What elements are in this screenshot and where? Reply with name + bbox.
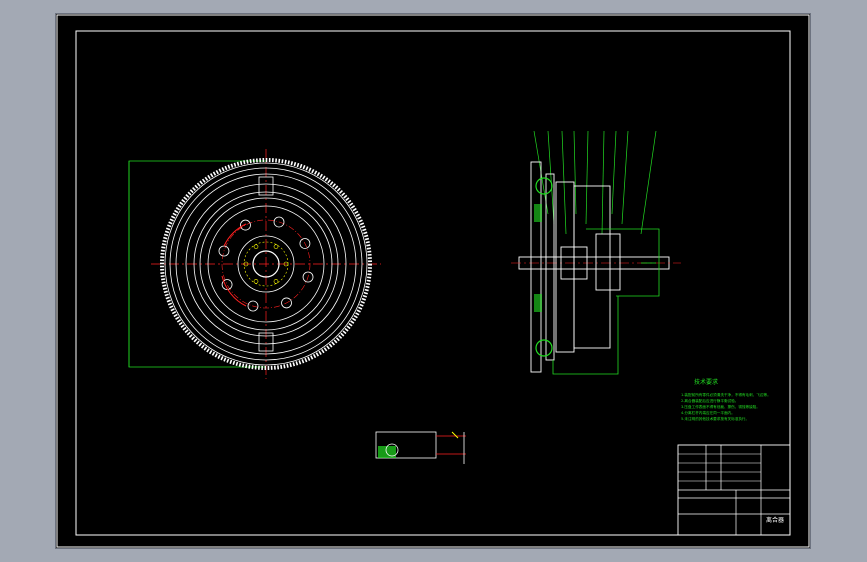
drawing-name: 离合器 xyxy=(766,516,784,524)
tech-requirement-line: 1.装配前所有零件必须清洗干净，不得有毛刺、飞边等。 xyxy=(681,392,771,397)
section-arc-red xyxy=(223,223,247,247)
tech-requirement-line: 3.压盘工作表面不得有划痕、擦伤、锈蚀等缺陷。 xyxy=(681,404,760,409)
tech-requirement-line: 2.离合器装配后应进行静平衡试验。 xyxy=(681,398,738,403)
part-leader-line xyxy=(561,130,567,235)
side-view-dimension-leader-2 xyxy=(552,296,619,375)
title-block-row-group xyxy=(678,453,761,482)
flywheel-plate xyxy=(530,161,542,373)
release-bearing xyxy=(595,233,621,291)
small-rivet-hole xyxy=(273,244,279,249)
part-leader-line xyxy=(611,130,617,215)
side-view-dimension-leader xyxy=(586,228,660,297)
detail-view xyxy=(375,431,466,464)
title-block: 离合器 xyxy=(677,444,791,536)
bolt-hole xyxy=(240,219,251,231)
part-leader-line xyxy=(621,130,629,225)
tech-requirement-line: 5.未注明的其他技术要求按有关标准执行。 xyxy=(681,416,749,421)
tech-requirement-line: 4.分离杠杆内端应在同一平面内。 xyxy=(681,410,735,415)
technical-requirements: 技术要求 1.装配前所有零件必须清洗干净，不得有毛刺、飞边等。 2.离合器装配后… xyxy=(681,378,771,421)
part-leader-line xyxy=(640,130,657,235)
section-arc-red-2 xyxy=(221,275,247,307)
small-rivet-hole xyxy=(273,279,279,284)
outer-frame xyxy=(56,14,810,548)
cad-model-viewport[interactable]: 技术要求 1.装配前所有零件必须清洗干净，不得有毛刺、飞边等。 2.离合器装配后… xyxy=(55,13,811,549)
small-rivet-hole xyxy=(253,244,259,249)
side-view-clutch-section xyxy=(511,130,681,375)
tech-requirements-title: 技术要求 xyxy=(694,378,718,386)
inner-frame xyxy=(75,30,791,536)
front-view-flywheel xyxy=(128,149,381,379)
part-leader-line xyxy=(601,130,605,235)
clutch-assembly-drawing: 技术要求 1.装配前所有零件必须清洗干净，不得有毛刺、飞边等。 2.离合器装配后… xyxy=(56,14,810,548)
small-rivet-hole xyxy=(253,279,259,284)
part-leader-line xyxy=(585,130,589,225)
clutch-cover xyxy=(573,185,611,349)
detail-yellow-mark xyxy=(451,431,459,439)
hatched-part-top xyxy=(534,204,542,222)
spring-bottom xyxy=(535,339,553,357)
hatched-part-bottom xyxy=(534,294,542,312)
part-leader-group xyxy=(533,130,657,235)
part-leader-line xyxy=(547,130,555,225)
